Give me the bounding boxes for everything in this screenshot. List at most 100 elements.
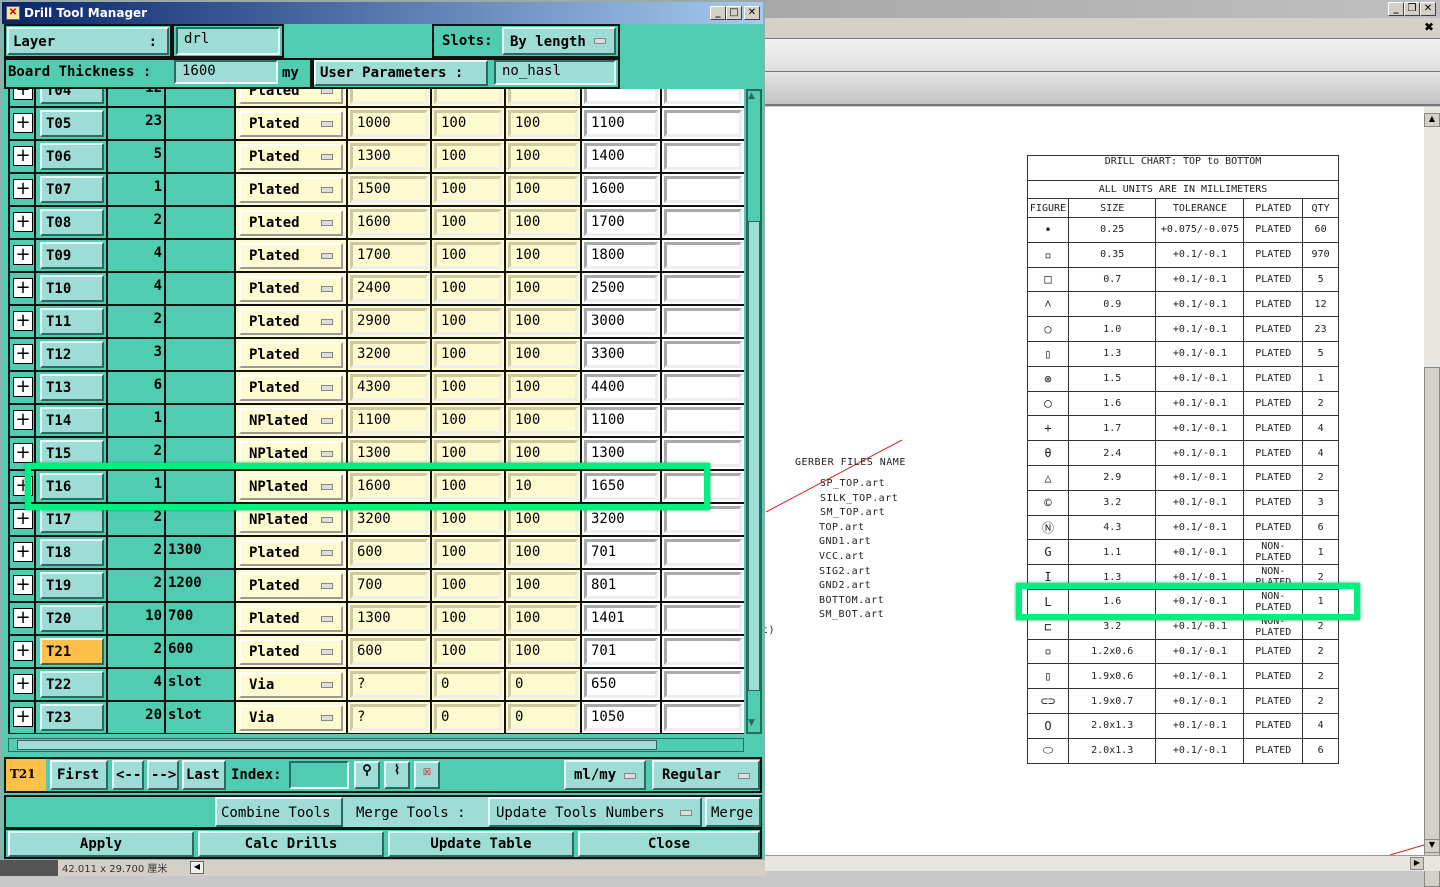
- param-field-f2[interactable]: 100: [434, 275, 502, 302]
- plating-dropdown[interactable]: Plated: [239, 309, 343, 335]
- tool-button[interactable]: T08: [40, 209, 104, 236]
- plating-dropdown[interactable]: Via: [239, 705, 343, 731]
- expand-toggle[interactable]: +: [10, 273, 34, 304]
- expand-toggle[interactable]: +: [10, 339, 34, 370]
- mode-dropdown[interactable]: Regular: [652, 760, 760, 790]
- plating-dropdown[interactable]: NPlated: [239, 408, 343, 434]
- wave-icon-button[interactable]: ⌇: [384, 761, 410, 789]
- param-field-f1[interactable]: 2400: [350, 275, 428, 302]
- plating-dropdown[interactable]: Plated: [239, 89, 343, 104]
- param-field-f5[interactable]: [664, 110, 742, 137]
- param-field-f1[interactable]: 1000: [350, 110, 428, 137]
- param-field-f5[interactable]: [664, 176, 742, 203]
- plating-dropdown[interactable]: Plated: [239, 210, 343, 236]
- plus-icon[interactable]: +: [13, 179, 33, 199]
- tool-button[interactable]: T11: [40, 308, 104, 335]
- param-field-f2[interactable]: 100: [434, 506, 502, 533]
- param-field-f1[interactable]: 1100: [350, 407, 428, 434]
- param-field-f3[interactable]: 0: [508, 704, 578, 731]
- param-field-f2[interactable]: 100: [434, 242, 502, 269]
- plus-icon[interactable]: +: [13, 89, 33, 100]
- param-field-f2[interactable]: 100: [434, 407, 502, 434]
- prev-button[interactable]: <--: [112, 760, 144, 790]
- tool-button[interactable]: T12: [40, 341, 104, 368]
- param-field-f3[interactable]: 0: [508, 671, 578, 698]
- update-table-button[interactable]: Update Table: [388, 831, 574, 857]
- param-field-f5[interactable]: [664, 143, 742, 170]
- plus-icon[interactable]: +: [13, 410, 33, 430]
- expand-toggle[interactable]: +: [10, 669, 34, 700]
- plus-icon[interactable]: +: [13, 509, 33, 529]
- expand-toggle[interactable]: +: [10, 207, 34, 238]
- plating-dropdown[interactable]: Plated: [239, 243, 343, 269]
- tool-button[interactable]: T18: [40, 539, 104, 566]
- plus-icon[interactable]: +: [13, 311, 33, 331]
- param-field-f2[interactable]: 100: [434, 572, 502, 599]
- plus-icon[interactable]: +: [13, 113, 33, 133]
- param-field-f1[interactable]: 1600: [350, 209, 428, 236]
- expand-toggle[interactable]: +: [10, 306, 34, 337]
- plus-icon[interactable]: +: [13, 641, 33, 661]
- plus-icon[interactable]: +: [13, 344, 33, 364]
- tool-button[interactable]: T14: [40, 407, 104, 434]
- table-scroll-thumb[interactable]: [748, 221, 760, 691]
- param-field-f3[interactable]: 100: [508, 341, 578, 368]
- plating-dropdown[interactable]: Plated: [239, 606, 343, 632]
- param-field-f4[interactable]: 701: [584, 638, 658, 665]
- expand-toggle[interactable]: +: [10, 240, 34, 271]
- table-scroll-down[interactable]: ▼: [748, 718, 760, 732]
- param-field-f4[interactable]: 1401: [584, 605, 658, 632]
- param-field-f4[interactable]: 3200: [584, 506, 658, 533]
- param-field-f1[interactable]: 3200: [350, 506, 428, 533]
- param-field-f1[interactable]: 4300: [350, 374, 428, 401]
- plating-dropdown[interactable]: Plated: [239, 276, 343, 302]
- param-field-f5[interactable]: [664, 374, 742, 401]
- param-field-f3[interactable]: 100: [508, 572, 578, 599]
- expand-toggle[interactable]: +: [10, 702, 34, 733]
- param-field-f4[interactable]: 1100: [584, 110, 658, 137]
- table-hscrollbar[interactable]: [8, 738, 744, 752]
- param-field-f2[interactable]: 0: [434, 671, 502, 698]
- param-field-f2[interactable]: 100: [434, 176, 502, 203]
- param-field-f2[interactable]: 0: [434, 704, 502, 731]
- plating-dropdown[interactable]: Plated: [239, 111, 343, 137]
- slots-dropdown[interactable]: By length: [502, 27, 616, 55]
- param-field-f2[interactable]: 100: [434, 209, 502, 236]
- next-button[interactable]: -->: [147, 760, 179, 790]
- plating-dropdown[interactable]: Plated: [239, 177, 343, 203]
- plus-icon[interactable]: +: [13, 245, 33, 265]
- combine-tools-button[interactable]: Combine Tools: [215, 797, 343, 827]
- param-field-f2[interactable]: 100: [434, 341, 502, 368]
- param-field-f1[interactable]: [350, 89, 428, 104]
- close-button[interactable]: Close: [578, 831, 760, 857]
- param-field-f3[interactable]: 100: [508, 539, 578, 566]
- param-field-f3[interactable]: 100: [508, 176, 578, 203]
- param-field-f4[interactable]: 1600: [584, 176, 658, 203]
- param-field-f5[interactable]: [664, 572, 742, 599]
- tool-button[interactable]: T17: [40, 506, 104, 533]
- tool-button[interactable]: T07: [40, 176, 104, 203]
- plating-dropdown[interactable]: Plated: [239, 540, 343, 566]
- param-field-f2[interactable]: 100: [434, 143, 502, 170]
- param-field-f3[interactable]: 100: [508, 506, 578, 533]
- param-field-f1[interactable]: 600: [350, 539, 428, 566]
- table-scroll-up[interactable]: ▲: [748, 91, 760, 105]
- param-field-f4[interactable]: 650: [584, 671, 658, 698]
- delete-icon-button[interactable]: ☒: [414, 761, 440, 789]
- param-field-f4[interactable]: 1050: [584, 704, 658, 731]
- plating-dropdown[interactable]: Plated: [239, 375, 343, 401]
- merge-button[interactable]: Merge: [705, 797, 761, 827]
- plus-icon[interactable]: +: [13, 707, 33, 727]
- param-field-f3[interactable]: 100: [508, 638, 578, 665]
- plus-icon[interactable]: +: [13, 674, 33, 694]
- param-field-f5[interactable]: [664, 308, 742, 335]
- param-field-f5[interactable]: [664, 539, 742, 566]
- param-field-f1[interactable]: 600: [350, 638, 428, 665]
- param-field-f5[interactable]: [664, 209, 742, 236]
- param-field-f4[interactable]: 1400: [584, 143, 658, 170]
- expand-toggle[interactable]: +: [10, 372, 34, 403]
- plus-icon[interactable]: +: [13, 542, 33, 562]
- plus-icon[interactable]: +: [13, 212, 33, 232]
- tool-button[interactable]: T04: [40, 89, 104, 104]
- param-field-f2[interactable]: [434, 89, 502, 104]
